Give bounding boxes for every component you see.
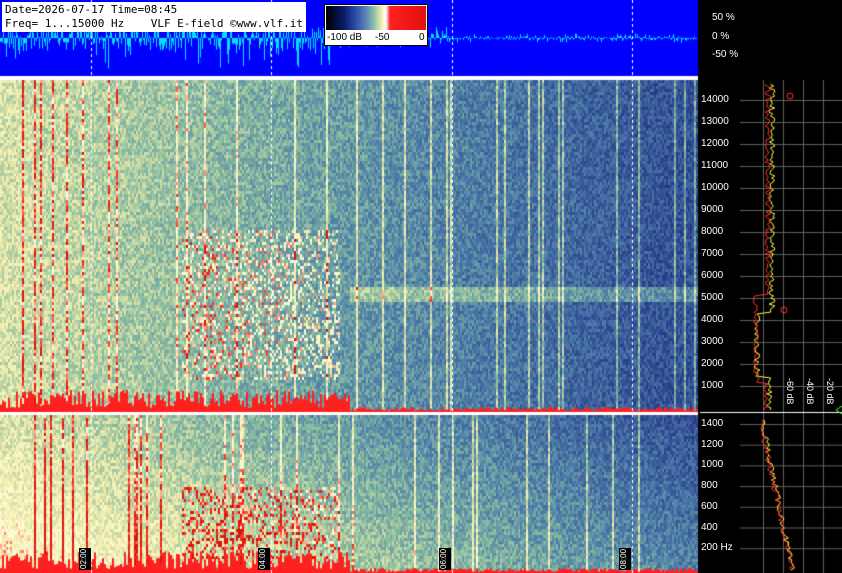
freq-label-upper: 8000 (701, 226, 724, 237)
scale-label-mid: -50 (375, 32, 390, 43)
amp-label-0: 0 % (712, 31, 730, 42)
freq-label-upper: 13000 (701, 116, 729, 127)
vlf-spectrogram-viewer: Date=2026-07-17 Time=08:45 Freq= 1...150… (0, 0, 842, 573)
header-info: Date=2026-07-17 Time=08:45 Freq= 1...150… (2, 2, 307, 32)
freq-label-upper: 12000 (701, 138, 729, 149)
freq-label-upper: 5000 (701, 292, 724, 303)
freq-label-upper: 7000 (701, 248, 724, 259)
time-label: 02:00 (79, 548, 91, 570)
freq-label-lower: 1200 (701, 438, 724, 450)
amp-label-50: 50 % (712, 12, 735, 23)
freq-label-upper: 9000 (701, 204, 724, 215)
amp-label-neg50: -50 % (712, 49, 739, 60)
db-label: -40 dB (805, 378, 815, 405)
freq-label-lower: 1000 (701, 459, 724, 471)
freq-label-upper: 6000 (701, 270, 724, 281)
freq-label-lower: 200 Hz (701, 542, 733, 554)
time-label: 08:00 (619, 548, 631, 570)
scale-label-max: 0 (419, 32, 425, 43)
freq-label-upper: 4000 (701, 314, 724, 325)
freq-label-lower: 600 (701, 500, 718, 512)
date-time-text: Date=2026-07-17 Time=08:45 (5, 3, 178, 16)
freq-label-lower: 800 (701, 480, 718, 492)
scale-label-min: -100 dB (327, 32, 363, 43)
freq-label-upper: 2000 (701, 358, 724, 369)
freq-label-lower: 1400 (701, 418, 724, 429)
freq-label-upper: 3000 (701, 336, 724, 347)
db-label: -20 dB (825, 378, 835, 405)
freq-range-text: Freq= 1...15000 Hz VLF E-field ©www.vlf.… (5, 17, 304, 30)
freq-label-upper: 1000 (701, 380, 724, 391)
db-label: -60 dB (785, 378, 795, 405)
freq-label-upper: 11000 (701, 160, 729, 171)
time-label: 04:00 (258, 548, 270, 570)
freq-label-lower: 400 (701, 521, 718, 533)
freq-label-upper: 14000 (701, 94, 729, 105)
time-label: 06:00 (439, 548, 451, 570)
freq-label-upper: 10000 (701, 182, 729, 193)
color-scale-bar (326, 6, 426, 30)
db-color-scale: -100 dB -50 0 (324, 4, 428, 46)
